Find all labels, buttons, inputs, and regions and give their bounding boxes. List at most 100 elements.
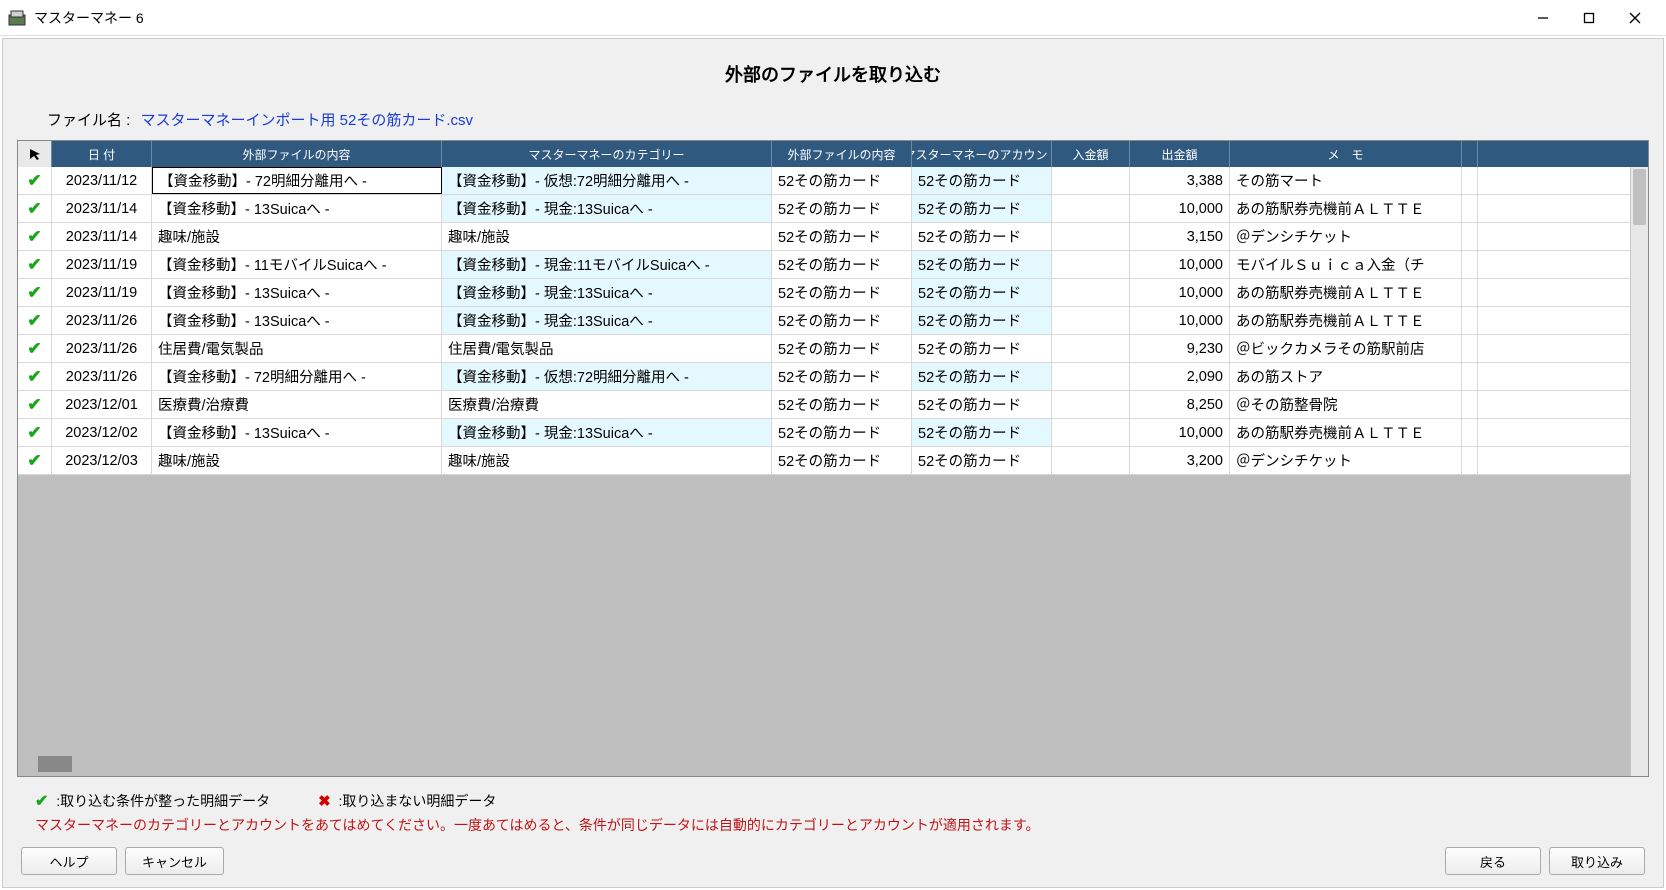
cell-memo[interactable]: ＠ビックカメラその筋駅前店 [1230, 335, 1462, 362]
cell-mm-account[interactable]: 52その筋カード [912, 391, 1052, 418]
row-check-icon[interactable]: ✔ [18, 251, 52, 278]
cell-mm-category[interactable]: 趣味/施設 [442, 447, 772, 474]
row-check-icon[interactable]: ✔ [18, 223, 52, 250]
minimize-button[interactable] [1520, 3, 1566, 33]
cell-date[interactable]: 2023/12/01 [52, 391, 152, 418]
cell-memo[interactable]: あの筋ストア [1230, 363, 1462, 390]
cell-date[interactable]: 2023/12/02 [52, 419, 152, 446]
col-mm-category[interactable]: マスターマネーのカテゴリー [442, 141, 772, 167]
cell-in-amount[interactable] [1052, 223, 1130, 250]
cell-in-amount[interactable] [1052, 447, 1130, 474]
cell-in-amount[interactable] [1052, 251, 1130, 278]
cell-ext-account[interactable]: 52その筋カード [772, 391, 912, 418]
cell-date[interactable]: 2023/11/14 [52, 223, 152, 250]
cell-out-amount[interactable]: 8,250 [1130, 391, 1230, 418]
cell-memo[interactable]: モバイルＳｕｉｃａ入金（チ [1230, 251, 1462, 278]
cell-out-amount[interactable]: 10,000 [1130, 195, 1230, 222]
cell-mm-category[interactable]: 【資金移動】- 仮想:72明細分離用へ - [442, 167, 772, 194]
cell-mm-category[interactable]: 趣味/施設 [442, 223, 772, 250]
cell-out-amount[interactable]: 2,090 [1130, 363, 1230, 390]
col-memo[interactable]: メ モ [1230, 141, 1462, 167]
cell-date[interactable]: 2023/11/26 [52, 307, 152, 334]
cell-mm-category[interactable]: 【資金移動】- 現金:11モバイルSuicaへ - [442, 251, 772, 278]
cell-ext-content[interactable]: 【資金移動】- 72明細分離用へ - [152, 363, 442, 390]
cell-memo[interactable]: その筋マート [1230, 167, 1462, 194]
back-button[interactable]: 戻る [1445, 847, 1541, 875]
cell-ext-content[interactable]: 趣味/施設 [152, 447, 442, 474]
cell-out-amount[interactable]: 10,000 [1130, 307, 1230, 334]
cell-mm-category[interactable]: 住居費/電気製品 [442, 335, 772, 362]
cell-mm-account[interactable]: 52その筋カード [912, 279, 1052, 306]
row-check-icon[interactable]: ✔ [18, 447, 52, 474]
cell-out-amount[interactable]: 10,000 [1130, 419, 1230, 446]
cell-mm-account[interactable]: 52その筋カード [912, 251, 1052, 278]
cell-date[interactable]: 2023/11/12 [52, 167, 152, 194]
cell-out-amount[interactable]: 10,000 [1130, 279, 1230, 306]
cell-ext-account[interactable]: 52その筋カード [772, 335, 912, 362]
table-row[interactable]: ✔2023/12/01医療費/治療費医療費/治療費52その筋カード52その筋カー… [18, 391, 1648, 419]
cell-ext-content[interactable]: 【資金移動】- 13Suicaへ - [152, 419, 442, 446]
cell-ext-account[interactable]: 52その筋カード [772, 223, 912, 250]
cell-mm-account[interactable]: 52その筋カード [912, 307, 1052, 334]
cell-in-amount[interactable] [1052, 167, 1130, 194]
row-check-icon[interactable]: ✔ [18, 335, 52, 362]
row-check-icon[interactable]: ✔ [18, 195, 52, 222]
table-row[interactable]: ✔2023/12/03趣味/施設趣味/施設52その筋カード52その筋カード3,2… [18, 447, 1648, 475]
cell-mm-account[interactable]: 52その筋カード [912, 223, 1052, 250]
col-ext-account[interactable]: 外部ファイルの内容 [772, 141, 912, 167]
vertical-scrollbar[interactable] [1630, 167, 1648, 776]
cell-ext-account[interactable]: 52その筋カード [772, 363, 912, 390]
col-ext-content[interactable]: 外部ファイルの内容 [152, 141, 442, 167]
cell-mm-category[interactable]: 【資金移動】- 現金:13Suicaへ - [442, 419, 772, 446]
cell-in-amount[interactable] [1052, 335, 1130, 362]
col-date[interactable]: 日 付 [52, 141, 152, 167]
row-pointer-header[interactable] [18, 141, 52, 167]
row-check-icon[interactable]: ✔ [18, 391, 52, 418]
table-row[interactable]: ✔2023/11/19【資金移動】- 11モバイルSuicaへ -【資金移動】-… [18, 251, 1648, 279]
cell-date[interactable]: 2023/11/19 [52, 279, 152, 306]
close-button[interactable] [1612, 3, 1658, 33]
cell-ext-account[interactable]: 52その筋カード [772, 251, 912, 278]
row-check-icon[interactable]: ✔ [18, 167, 52, 194]
table-row[interactable]: ✔2023/11/14【資金移動】- 13Suicaへ -【資金移動】- 現金:… [18, 195, 1648, 223]
cell-memo[interactable]: あの筋駅券売機前ＡＬＴＴＥ [1230, 307, 1462, 334]
cell-memo[interactable]: あの筋駅券売機前ＡＬＴＴＥ [1230, 419, 1462, 446]
cell-ext-account[interactable]: 52その筋カード [772, 447, 912, 474]
table-row[interactable]: ✔2023/11/26【資金移動】- 72明細分離用へ -【資金移動】- 仮想:… [18, 363, 1648, 391]
cell-ext-content[interactable]: 医療費/治療費 [152, 391, 442, 418]
cell-mm-account[interactable]: 52その筋カード [912, 167, 1052, 194]
table-row[interactable]: ✔2023/11/14趣味/施設趣味/施設52その筋カード52その筋カード3,1… [18, 223, 1648, 251]
cell-ext-account[interactable]: 52その筋カード [772, 167, 912, 194]
cell-date[interactable]: 2023/12/03 [52, 447, 152, 474]
table-row[interactable]: ✔2023/11/26住居費/電気製品住居費/電気製品52その筋カード52その筋… [18, 335, 1648, 363]
cell-mm-category[interactable]: 医療費/治療費 [442, 391, 772, 418]
scrollbar-thumb[interactable] [1633, 169, 1646, 225]
cell-out-amount[interactable]: 3,200 [1130, 447, 1230, 474]
cell-ext-content[interactable]: 趣味/施設 [152, 223, 442, 250]
cell-mm-account[interactable]: 52その筋カード [912, 447, 1052, 474]
cell-mm-account[interactable]: 52その筋カード [912, 419, 1052, 446]
import-button[interactable]: 取り込み [1549, 847, 1645, 875]
cell-ext-content[interactable]: 【資金移動】- 13Suicaへ - [152, 307, 442, 334]
cell-in-amount[interactable] [1052, 419, 1130, 446]
cell-date[interactable]: 2023/11/26 [52, 335, 152, 362]
cell-in-amount[interactable] [1052, 363, 1130, 390]
cell-ext-account[interactable]: 52その筋カード [772, 195, 912, 222]
cell-memo[interactable]: ＠その筋整骨院 [1230, 391, 1462, 418]
cell-out-amount[interactable]: 3,150 [1130, 223, 1230, 250]
file-name[interactable]: マスターマネーインポート用 52その筋カード.csv [141, 112, 474, 129]
table-row[interactable]: ✔2023/11/19【資金移動】- 13Suicaへ -【資金移動】- 現金:… [18, 279, 1648, 307]
cell-memo[interactable]: あの筋駅券売機前ＡＬＴＴＥ [1230, 195, 1462, 222]
help-button[interactable]: ヘルプ [21, 847, 117, 875]
col-out-amount[interactable]: 出金額 [1130, 141, 1230, 167]
grid-body[interactable]: ✔2023/11/12【資金移動】- 72明細分離用へ -【資金移動】- 仮想:… [18, 167, 1648, 752]
cell-mm-account[interactable]: 52その筋カード [912, 363, 1052, 390]
hscroll-indicator[interactable] [38, 756, 72, 772]
col-mm-account[interactable]: マスターマネーのアカウント [912, 141, 1052, 167]
cell-in-amount[interactable] [1052, 279, 1130, 306]
cell-out-amount[interactable]: 9,230 [1130, 335, 1230, 362]
cell-ext-content[interactable]: 【資金移動】- 13Suicaへ - [152, 279, 442, 306]
cancel-button[interactable]: キャンセル [125, 847, 224, 875]
col-extra[interactable] [1462, 141, 1478, 167]
cell-mm-category[interactable]: 【資金移動】- 現金:13Suicaへ - [442, 307, 772, 334]
